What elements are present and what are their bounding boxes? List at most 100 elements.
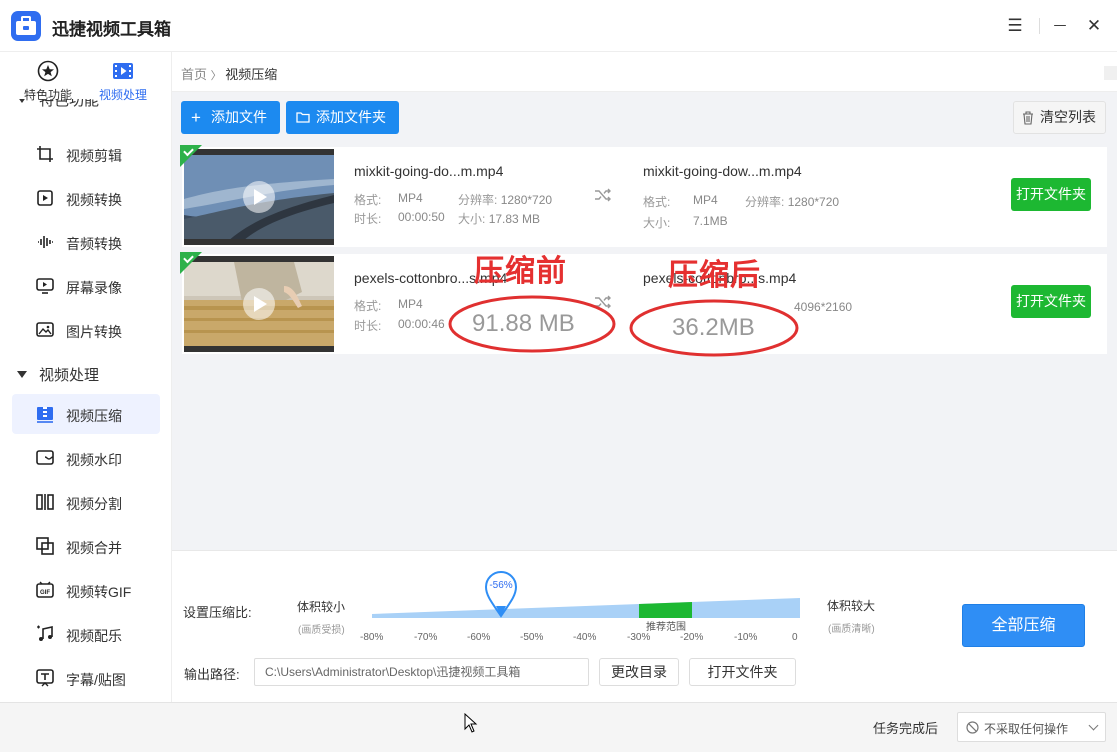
recommended-range-label: 推荐范围 (646, 622, 686, 633)
compression-ratio-label: 设置压缩比: (183, 605, 252, 620)
file-duration-value: 00:00:46 (398, 317, 445, 331)
slider-track[interactable] (372, 598, 800, 618)
larger-size-label: 体积较大 (827, 599, 876, 613)
image-icon (36, 322, 54, 337)
sidebar-item-audio-convert[interactable]: 音频转换 (12, 222, 160, 262)
section-header-video-processing[interactable]: 视频处理 (17, 364, 99, 385)
sidebar-item-label: 视频转换 (66, 192, 122, 208)
add-folder-button[interactable]: 添加文件夹 (286, 101, 399, 134)
sidebar-item-label: 视频水印 (66, 452, 122, 468)
section-label: 特色功能 (39, 99, 100, 109)
file-format-value: MP4 (398, 191, 423, 205)
slider-value: -56% (489, 580, 513, 591)
breadcrumb-separator: 〉 (210, 70, 222, 82)
clear-list-button[interactable]: 清空列表 (1013, 101, 1106, 134)
watermark-icon (36, 450, 54, 465)
change-directory-button[interactable]: 更改目录 (599, 658, 679, 686)
scrollbar[interactable] (1104, 66, 1117, 80)
star-icon (37, 60, 59, 82)
annotation-after-size: 36.2MB (672, 314, 755, 341)
after-task-label: 任务完成后 (873, 721, 939, 736)
breadcrumb-bar (172, 52, 1117, 92)
music-icon (37, 625, 53, 641)
tick-label: -40% (573, 632, 597, 643)
larger-size-hint: (画质清晰) (828, 624, 875, 635)
compress-all-button[interactable]: 全部压缩 (962, 604, 1085, 647)
compression-slider[interactable] (372, 594, 800, 618)
output-path-field[interactable]: C:\Users\Administrator\Desktop\迅捷视频工具箱 (254, 658, 589, 686)
sidebar-item-screen-record[interactable]: 屏幕录像 (12, 266, 160, 306)
smaller-size-hint: (画质受损) (298, 625, 345, 636)
sidebar-item-video-music[interactable]: 视频配乐 (12, 614, 160, 654)
file-resolution: 分辨率: 1280*720 (458, 193, 553, 207)
sidebar-item-video-split[interactable]: 视频分割 (12, 482, 160, 522)
file-size: 大小: 17.83 MB (458, 212, 541, 226)
merge-icon (36, 537, 54, 555)
tick-label: -80% (360, 632, 384, 643)
collapse-triangle-icon (17, 99, 27, 103)
sidebar-item-subtitle[interactable]: 字幕/贴图 (12, 658, 160, 698)
slider-ticks: -80% -70% -60% -50% -40% -30% -20% -10% … (360, 632, 812, 644)
mouse-cursor-icon (464, 713, 478, 733)
breadcrumb-current: 视频压缩 (225, 67, 278, 82)
tick-label: 0 (792, 632, 798, 643)
tick-label: -10% (734, 632, 758, 643)
tick-label: -30% (627, 632, 651, 643)
sidebar-item-label: 视频合并 (66, 540, 122, 556)
sidebar-item-video-to-gif[interactable]: GIF 视频转GIF (12, 570, 160, 610)
sidebar-item-label: 视频配乐 (66, 628, 122, 644)
annotation-after-label: 压缩后 (668, 259, 761, 292)
output-format: 格式: (643, 195, 671, 209)
sidebar-item-image-convert[interactable]: 图片转换 (12, 310, 160, 350)
video-thumbnail (184, 256, 334, 352)
sidebar-item-video-compress[interactable]: 视频压缩 (12, 394, 160, 434)
tick-label: -20% (680, 632, 704, 643)
output-format-value: MP4 (693, 193, 718, 207)
sidebar-item-video-edit[interactable]: 视频剪辑 (12, 134, 160, 174)
annotation-before-label: 压缩前 (474, 255, 567, 288)
add-file-button[interactable]: + 添加文件 (181, 101, 280, 134)
tab-video-processing[interactable]: 视频处理 (88, 60, 158, 103)
sidebar-item-label: 视频转GIF (66, 584, 132, 600)
open-output-folder-button[interactable]: 打开文件夹 (689, 658, 796, 686)
sidebar-item-video-merge[interactable]: 视频合并 (12, 526, 160, 566)
clear-list-label: 清空列表 (1040, 109, 1096, 125)
output-resolution: 分辨率: 1280*720 (745, 195, 840, 209)
recommended-range (639, 602, 692, 618)
sidebar-item-label: 视频剪辑 (66, 148, 122, 164)
sidebar-item-video-convert[interactable]: 视频转换 (12, 178, 160, 218)
tab-featured[interactable]: 特色功能 (13, 60, 83, 103)
gif-icon: GIF (36, 581, 54, 598)
sidebar-item-label: 音频转换 (66, 236, 122, 252)
breadcrumb-home[interactable]: 首页 (181, 67, 207, 82)
video-thumbnail (184, 149, 334, 245)
subtitle-icon (36, 669, 54, 687)
minimize-button[interactable]: — (1048, 14, 1072, 38)
sidebar-item-label: 图片转换 (66, 324, 122, 340)
split-icon (36, 494, 54, 510)
output-file-name: mixkit-going-dow...m.mp4 (643, 163, 802, 179)
output-resolution: 4096*2160 (794, 300, 853, 314)
sidebar-item-video-watermark[interactable]: 视频水印 (12, 438, 160, 478)
close-button[interactable]: ✕ (1082, 14, 1106, 38)
tick-label: -50% (520, 632, 544, 643)
annotation-before-size: 91.88 MB (472, 310, 575, 337)
open-folder-button[interactable]: 打开文件夹 (1011, 178, 1091, 211)
plus-icon: + (191, 108, 201, 127)
output-size: 大小: (643, 216, 671, 230)
menu-icon[interactable]: ☰ (1003, 14, 1027, 38)
sidebar-item-label: 视频分割 (66, 496, 122, 512)
no-action-icon (966, 721, 979, 734)
trash-icon (1023, 111, 1033, 125)
file-format-value: MP4 (398, 297, 423, 311)
chevron-down-icon (1088, 720, 1099, 731)
slider-handle[interactable] (484, 570, 518, 618)
shuffle-icon (595, 188, 611, 202)
tab-video-processing-label: 视频处理 (98, 88, 147, 102)
video-convert-icon (37, 190, 53, 206)
section-header-featured[interactable]: 特色功能 (17, 99, 99, 109)
after-task-select[interactable]: 不采取任何操作 (957, 712, 1106, 742)
file-duration: 时长: (354, 319, 382, 333)
open-folder-button[interactable]: 打开文件夹 (1011, 285, 1091, 318)
section-label: 视频处理 (39, 367, 100, 384)
